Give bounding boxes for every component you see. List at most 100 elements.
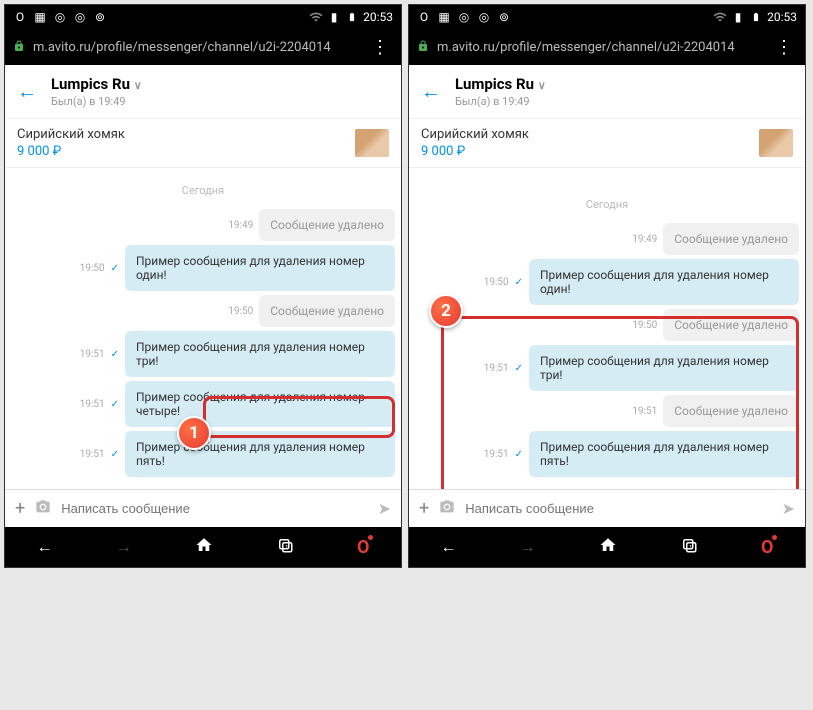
url-text: m.avito.ru/profile/messenger/channel/u2i… [437,40,763,55]
messages-list-right: 19:49 Сообщение удалено 19:50 ✓ Пример сообщ… [415,219,799,481]
listing-row[interactable]: Сирийский хомяк 9 000 ₽ [5,119,401,168]
back-arrow-icon[interactable]: ← [17,79,37,104]
app-icon: ◎ [477,10,491,24]
nav-back-icon[interactable]: ← [441,537,457,557]
opera-status-icon: O [13,10,27,24]
message-time: 19:51 [632,406,657,417]
listing-thumbnail [759,129,793,157]
status-bar: O ▦ ◎ ◎ ⊚ ▮ 20:53 [5,5,401,29]
last-seen-text: Был(а) в 19:49 [51,95,389,108]
send-icon[interactable]: ➤ [378,499,391,518]
message-time: 19:51 [484,363,509,374]
message-time: 19:49 [632,234,657,245]
check-icon: ✓ [111,263,119,274]
date-divider: Сегодня [415,198,799,211]
svg-text:1: 1 [285,545,288,552]
message-time: 19:50 [80,263,105,274]
address-bar[interactable]: m.avito.ru/profile/messenger/channel/u2i… [5,29,401,65]
address-bar[interactable]: m.avito.ru/profile/messenger/channel/u2i… [409,29,805,65]
contact-name[interactable]: Lumpics Ru ∨ [51,75,389,93]
listing-price: 9 000 ₽ [17,144,355,159]
camera-icon[interactable] [35,499,51,519]
message-deleted[interactable]: Сообщение удалено [259,295,395,327]
phone-screenshot-right: O ▦ ◎ ◎ ⊚ ▮ 20:53 m.avito.ru/profile/mes… [408,4,806,568]
wifi-icon [713,10,727,24]
app-icon: ▦ [437,10,451,24]
check-icon: ✓ [111,399,119,410]
message-deleted[interactable]: Сообщение удалено [663,395,799,427]
message-bubble[interactable]: Пример сообщения для удаления номер один… [125,245,395,291]
status-bar: O ▦ ◎ ◎ ⊚ ▮ 20:53 [409,5,805,29]
phone-screenshot-left: O ▦ ◎ ◎ ⊚ ▮ 20:53 m.avito.ru/profile/mes… [4,4,402,568]
nav-forward-icon[interactable]: → [520,537,536,557]
app-icon: ▦ [33,10,47,24]
plus-icon[interactable]: + [15,498,25,519]
listing-row[interactable]: Сирийский хомяк 9 000 ₽ [409,119,805,168]
chat-area[interactable]: Сегодня 19:49Сообщение удалено 19:50 ✓ Прим… [5,168,401,489]
message-row[interactable]: 19:49 Сообщение удалено [415,223,799,255]
message-time: 19:50 [484,277,509,288]
chat-header: ← Lumpics Ru ∨ Был(а) в 19:49 [409,65,805,119]
message-input[interactable] [61,501,367,516]
message-row[interactable]: 19:49Сообщение удалено [11,209,395,241]
message-time: 19:51 [80,399,105,410]
camera-icon[interactable] [439,499,455,519]
message-bubble[interactable]: Пример сообщения для удаления номер три! [529,345,799,391]
listing-title: Сирийский хомяк [17,127,355,142]
message-time: 19:51 [484,449,509,460]
chat-header: ← Lumpics Ru ∨ Был(а) в 19:49 [5,65,401,119]
opera-menu-icon[interactable]: O [761,537,773,558]
message-row[interactable]: 19:51 ✓ Пример сообщения для удаления номе… [415,345,799,391]
message-input[interactable] [465,501,771,516]
check-icon: ✓ [515,277,523,288]
message-input-row: + ➤ [409,489,805,527]
home-icon[interactable] [599,536,617,558]
send-icon[interactable]: ➤ [782,499,795,518]
lock-icon [13,40,25,55]
browser-nav-bar: ← → 1 O [409,527,805,567]
check-icon: ✓ [111,449,119,460]
message-row[interactable]: 19:51 Сообщение удалено [415,395,799,427]
message-row[interactable]: 19:51 ✓ Пример сообщения для удаления номе… [415,431,799,477]
message-bubble[interactable]: Пример сообщения для удаления номер один… [529,259,799,305]
menu-dots-icon[interactable]: ⋮ [367,37,393,58]
message-deleted[interactable]: Сообщение удалено [259,209,395,241]
battery-icon [345,10,359,24]
message-bubble[interactable]: Пример сообщения для удаления номер четы… [125,381,395,427]
shazam-icon: ⊚ [93,10,107,24]
message-row[interactable]: 19:50 ✓ Пример сообщения для удаления номе… [415,259,799,305]
message-row[interactable]: 19:50 Сообщение удалено [415,309,799,341]
lock-icon [417,40,429,55]
tabs-icon[interactable]: 1 [276,536,294,558]
back-arrow-icon[interactable]: ← [421,79,441,104]
contact-name[interactable]: Lumpics Ru ∨ [455,75,793,93]
message-row[interactable]: 19:50Сообщение удалено [11,295,395,327]
menu-dots-icon[interactable]: ⋮ [771,37,797,58]
battery-icon [749,10,763,24]
message-row[interactable]: 19:51✓Пример сообщения для удаления номе… [11,331,395,377]
message-row[interactable]: 19:50 ✓ Пример сообщения для удаления номе… [11,245,395,291]
message-time: 19:50 [632,320,657,331]
message-bubble[interactable]: Пример сообщения для удаления номер пять… [529,431,799,477]
check-icon: ✓ [515,449,523,460]
nav-forward-icon[interactable]: → [116,537,132,557]
shazam-icon: ⊚ [497,10,511,24]
opera-menu-icon[interactable]: O [357,537,369,558]
message-deleted[interactable]: Сообщение удалено [663,309,799,341]
plus-icon[interactable]: + [419,498,429,519]
clock-text: 20:53 [363,10,393,24]
listing-price: 9 000 ₽ [421,144,759,159]
home-icon[interactable] [195,536,213,558]
tabs-icon[interactable]: 1 [680,536,698,558]
last-seen-text: Был(а) в 19:49 [455,95,793,108]
chat-area[interactable]: Сегодня 19:49 Сообщение удалено 19:50 ✓ Прим… [409,168,805,489]
callout-badge-2: 2 [429,294,463,328]
date-divider: Сегодня [11,184,395,197]
check-icon: ✓ [515,363,523,374]
message-bubble[interactable]: Пример сообщения для удаления номер три! [125,331,395,377]
message-bubble[interactable]: Пример сообщения для удаления номер пять… [125,431,395,477]
message-input-row: + ➤ [5,489,401,527]
message-deleted[interactable]: Сообщение удалено [663,223,799,255]
listing-title: Сирийский хомяк [421,127,759,142]
nav-back-icon[interactable]: ← [37,537,53,557]
